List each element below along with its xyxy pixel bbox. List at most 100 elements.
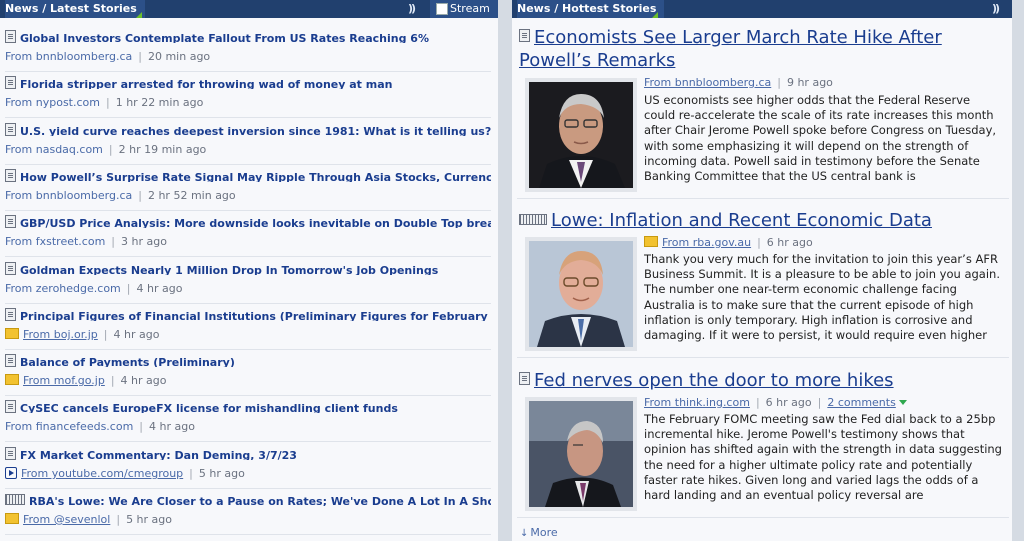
document-icon (5, 123, 16, 136)
story-headline[interactable]: Goldman Expects Nearly 1 Million Drop In… (20, 264, 438, 275)
source-link[interactable]: From fxstreet.com (5, 235, 105, 248)
story-headline-row: GBP/USD Price Analysis: More downside lo… (5, 212, 491, 228)
thumbnail[interactable] (525, 397, 637, 511)
hot-story-meta: From bnnbloomberg.ca | 9 hr ago (644, 76, 833, 89)
source-link[interactable]: From youtube.com/cmegroup (21, 467, 183, 480)
story-headline-row: FX Market Commentary: Dan Deming, 3/7/23 (5, 444, 491, 460)
document-icon (5, 354, 16, 367)
more-link[interactable]: ↓ More (520, 526, 558, 539)
story-headline[interactable]: How Powell’s Surprise Rate Signal May Ri… (20, 171, 491, 182)
story-headline[interactable]: Florida stripper arrested for throwing w… (20, 78, 392, 89)
story-item: How Powell’s Surprise Rate Signal May Ri… (5, 166, 491, 211)
story-headline[interactable]: Principal Figures of Financial Instituti… (20, 310, 491, 321)
source-link[interactable]: From @sevenlol (23, 513, 110, 526)
powell-profile-photo (529, 401, 633, 507)
table-icon (519, 214, 547, 225)
story-headline[interactable]: GBP/USD Price Analysis: More downside lo… (20, 217, 491, 228)
separator: | (126, 282, 131, 295)
story-meta: From financefeeds.com | 4 hr ago (5, 420, 195, 434)
document-icon (519, 29, 530, 42)
document-icon (5, 308, 16, 321)
story-headline-row: Global Investors Contemplate Fallout Fro… (5, 27, 491, 43)
thumbnail[interactable] (525, 78, 637, 192)
source-link[interactable]: From zerohedge.com (5, 282, 121, 295)
thumbnail[interactable] (525, 237, 637, 351)
rss-icon[interactable]: )) (408, 0, 416, 18)
story-item: GBP/USD Price Analysis: More downside lo… (5, 212, 491, 257)
timestamp: 2 hr 19 min ago (118, 143, 207, 156)
document-icon (5, 215, 16, 228)
hot-story-body: Thank you very much for the invitation t… (644, 252, 1000, 343)
source-link[interactable]: From nasdaq.com (5, 143, 103, 156)
story-headline-row: Florida stripper arrested for throwing w… (5, 73, 491, 89)
timestamp: 5 hr ago (126, 513, 173, 526)
hot-story-title[interactable]: Lowe: Inflation and Recent Economic Data (519, 209, 1009, 232)
folder-icon (5, 513, 19, 524)
source-link[interactable]: From bnnbloomberg.ca (5, 50, 132, 63)
timestamp: 4 hr ago (149, 420, 195, 433)
separator: | (105, 96, 110, 109)
timestamp: 6 hr ago (765, 396, 812, 409)
play-icon (5, 467, 17, 479)
document-icon (5, 447, 16, 460)
story-item: RBA's Lowe: We Are Closer to a Pause on … (5, 490, 491, 535)
timestamp: 1 hr 22 min ago (115, 96, 204, 109)
separator: | (138, 189, 142, 202)
hot-story-body: The February FOMC meeting saw the Fed di… (644, 412, 1002, 503)
story-meta: From @sevenlol | 5 hr ago (5, 513, 172, 527)
title-tab-corner (652, 12, 658, 18)
title-tab-corner (136, 12, 142, 18)
story-meta: From bnnbloomberg.ca | 2 hr 52 min ago (5, 189, 236, 203)
story-headline[interactable]: Balance of Payments (Preliminary) (20, 356, 235, 367)
comments-link[interactable]: 2 comments (827, 396, 896, 409)
document-icon (5, 30, 16, 43)
story-headline[interactable]: FX Market Commentary: Dan Deming, 3/7/23 (20, 449, 297, 460)
story-meta: From nypost.com | 1 hr 22 min ago (5, 96, 203, 110)
hot-story-body: US economists see higher odds that the F… (644, 93, 997, 184)
story-headline[interactable]: U.S. yield curve reaches deepest inversi… (20, 125, 491, 136)
hot-story-meta: From think.ing.com | 6 hr ago | 2 comments (644, 396, 907, 409)
story-headline[interactable]: Global Investors Contemplate Fallout Fro… (20, 32, 429, 43)
stream-label: Stream (450, 2, 490, 15)
story-meta: From fxstreet.com | 3 hr ago (5, 235, 167, 249)
source-link[interactable]: From nypost.com (5, 96, 100, 109)
story-headline-row: RBA's Lowe: We Are Closer to a Pause on … (5, 490, 491, 506)
hot-story: Economists See Larger March Rate Hike Af… (517, 22, 1009, 199)
source-link[interactable]: From boj.or.jp (23, 328, 98, 341)
stream-toggle[interactable]: Stream (430, 0, 498, 18)
separator: | (189, 467, 193, 480)
story-item: U.S. yield curve reaches deepest inversi… (5, 120, 491, 165)
latest-stories-title: News / Latest Stories (5, 0, 145, 18)
source-link[interactable]: From rba.gov.au (662, 236, 751, 249)
timestamp: 2 hr 52 min ago (147, 189, 236, 202)
story-headline-row: How Powell’s Surprise Rate Signal May Ri… (5, 166, 491, 182)
document-icon (5, 169, 16, 182)
source-link[interactable]: From think.ing.com (644, 396, 750, 409)
document-icon (5, 76, 16, 89)
hot-story-title[interactable]: Fed nerves open the door to more hikes (519, 369, 1009, 392)
stream-checkbox[interactable] (436, 3, 448, 15)
down-arrow-icon: ↓ (520, 528, 529, 539)
comments-dropdown-icon[interactable] (898, 400, 907, 405)
timestamp: 6 hr ago (766, 236, 813, 249)
story-headline-row: CySEC cancels EuropeFX license for misha… (5, 397, 491, 413)
hot-story: Fed nerves open the door to more hikes F… (517, 365, 1009, 518)
source-link[interactable]: From bnnbloomberg.ca (644, 76, 771, 89)
story-headline-row: Goldman Expects Nearly 1 Million Drop In… (5, 259, 491, 275)
timestamp: 20 min ago (147, 50, 211, 63)
story-headline-row: Balance of Payments (Preliminary) (5, 351, 491, 367)
story-headline[interactable]: CySEC cancels EuropeFX license for misha… (20, 402, 398, 413)
source-link[interactable]: From mof.go.jp (23, 374, 105, 387)
separator: | (110, 374, 115, 387)
story-headline-row: Principal Figures of Financial Instituti… (5, 305, 491, 321)
scrollbar[interactable] (1012, 0, 1024, 541)
hot-story-title[interactable]: Economists See Larger March Rate Hike Af… (519, 26, 1009, 72)
story-meta: From youtube.com/cmegroup | 5 hr ago (5, 467, 245, 481)
hottest-stories-header: News / Hottest Stories )) (512, 0, 1012, 18)
document-icon (5, 262, 16, 275)
source-link[interactable]: From bnnbloomberg.ca (5, 189, 132, 202)
separator: | (111, 235, 116, 248)
story-headline[interactable]: RBA's Lowe: We Are Closer to a Pause on … (29, 495, 491, 506)
rss-icon[interactable]: )) (992, 0, 1000, 18)
source-link[interactable]: From financefeeds.com (5, 420, 133, 433)
